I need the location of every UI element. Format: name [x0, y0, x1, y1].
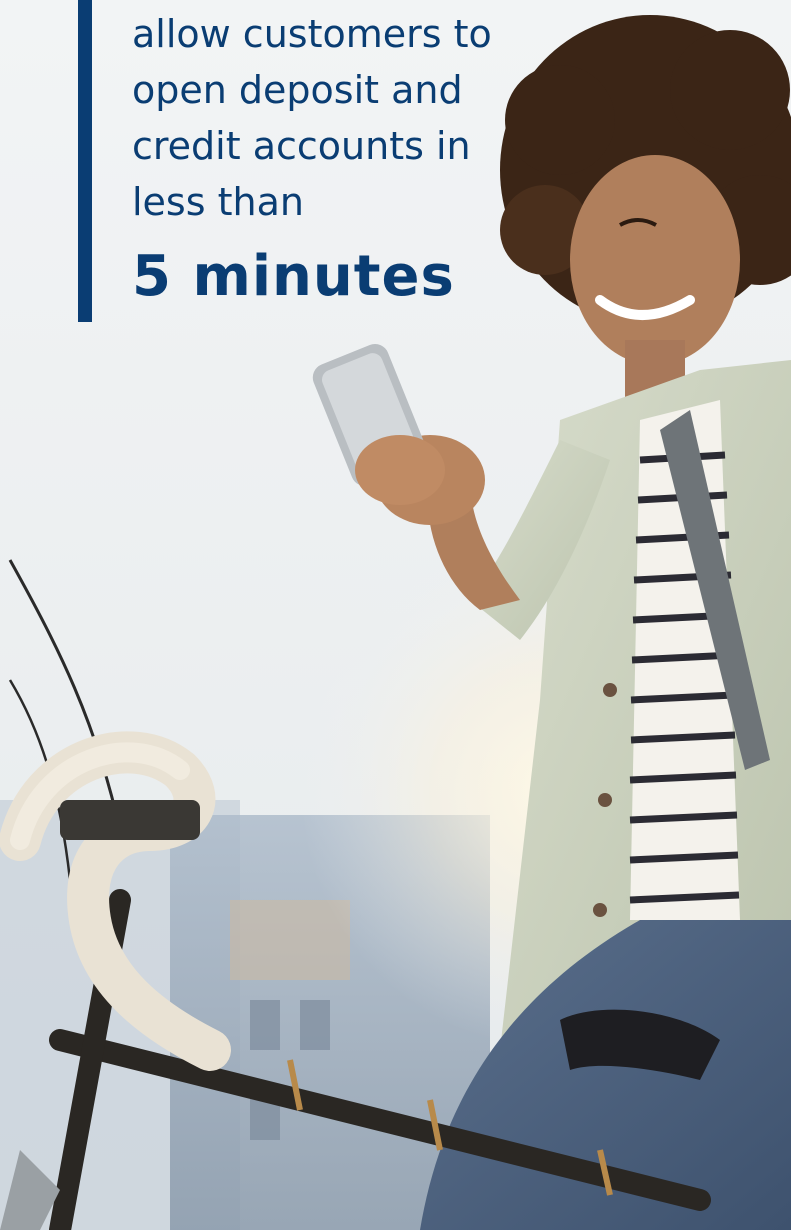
headline-line-3: credit accounts in — [132, 124, 471, 168]
accent-bar — [78, 0, 92, 322]
headline: allow customers to open deposit and cred… — [132, 6, 502, 312]
headline-line-2: open deposit and — [132, 68, 463, 112]
headline-line-1: allow customers to — [132, 12, 492, 56]
headline-line-4: less than — [132, 180, 304, 224]
headline-highlight: 5 minutes — [132, 244, 455, 309]
hero-banner: allow customers to open deposit and cred… — [0, 0, 791, 1230]
